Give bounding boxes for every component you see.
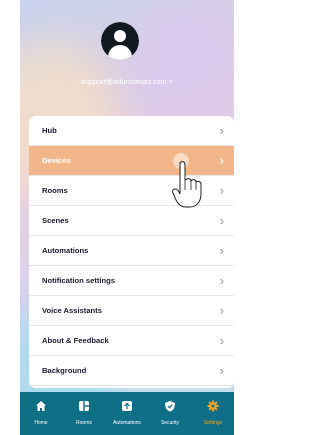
tab-security[interactable]: Security [149, 392, 191, 435]
user-icon [101, 22, 139, 60]
tab-label: Rooms [76, 420, 92, 426]
chevron-right-icon: › [219, 303, 224, 318]
menu-item-hub[interactable]: Hub › [29, 116, 234, 146]
menu-item-scenes[interactable]: Scenes › [29, 206, 234, 236]
chevron-right-icon: › [219, 363, 224, 378]
menu-item-label: Notification settings [42, 276, 115, 285]
tab-bar: Home Rooms Automations Security Settings [20, 392, 234, 435]
tab-label: Settings [203, 420, 223, 426]
chevron-right-icon: › [219, 213, 224, 228]
tab-home[interactable]: Home [20, 392, 62, 435]
home-icon [36, 401, 46, 411]
tab-label: Security [160, 420, 180, 426]
tab-rooms[interactable]: Rooms [63, 392, 105, 435]
chevron-right-icon: › [219, 123, 224, 138]
menu-item-label: About & Feedback [42, 336, 109, 345]
menu-item-label: Voice Assistants [42, 306, 102, 315]
tab-label: Automations [113, 420, 141, 426]
gear-icon [207, 400, 219, 412]
pointing-hand-icon [172, 161, 202, 208]
menu-item-label: Hub [42, 126, 57, 135]
rooms-icon [79, 401, 89, 411]
menu-item-label: Background [42, 366, 87, 375]
chevron-right-icon: › [219, 243, 224, 258]
tab-settings[interactable]: Settings [192, 392, 234, 435]
chevron-right-icon: › [219, 153, 224, 168]
menu-item-label: Automations [42, 246, 89, 255]
menu-item-background[interactable]: Background › [29, 356, 234, 386]
chevron-right-icon: › [219, 183, 224, 198]
menu-item-automations[interactable]: Automations › [29, 236, 234, 266]
settings-menu: Hub › Devices › Rooms › Scenes › Automat… [29, 116, 234, 388]
tab-label: Home [34, 420, 48, 426]
tab-automations[interactable]: Automations [106, 392, 148, 435]
account-email-link[interactable]: support@adurosmart.com > [20, 77, 234, 86]
shield-icon [165, 401, 175, 412]
avatar[interactable] [101, 22, 139, 60]
menu-item-label: Devices [42, 156, 71, 165]
menu-item-label: Rooms [42, 186, 68, 195]
menu-item-voice-assistants[interactable]: Voice Assistants › [29, 296, 234, 326]
menu-item-notification-settings[interactable]: Notification settings › [29, 266, 234, 296]
menu-item-label: Scenes [42, 216, 69, 225]
menu-item-about-feedback[interactable]: About & Feedback › [29, 326, 234, 356]
automations-icon [122, 401, 132, 411]
chevron-right-icon: › [219, 273, 224, 288]
chevron-right-icon: › [219, 333, 224, 348]
